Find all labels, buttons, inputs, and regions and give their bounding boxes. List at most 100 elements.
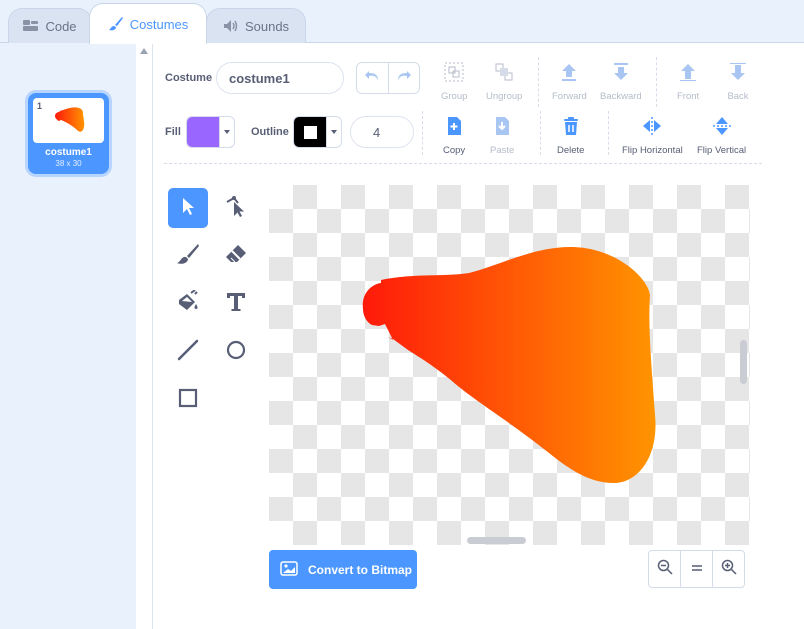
front-button[interactable]: Front — [677, 61, 699, 102]
scroll-up-arrow-icon[interactable] — [140, 48, 148, 54]
trash-icon — [560, 115, 582, 142]
forward-button[interactable]: Forward — [552, 61, 587, 102]
forward-icon — [558, 61, 580, 88]
convert-to-bitmap-label: Convert to Bitmap — [308, 562, 413, 577]
paint-bucket-icon — [176, 288, 200, 319]
copy-label: Copy — [443, 145, 466, 156]
tab-costumes[interactable]: Costumes — [89, 3, 207, 44]
toolbar-divider — [538, 57, 539, 107]
copy-button[interactable]: Copy — [443, 115, 465, 156]
outline-label: Outline — [251, 126, 289, 138]
tab-sounds-label: Sounds — [244, 18, 290, 34]
flip-horizontal-icon — [641, 115, 663, 142]
brush-icon — [176, 242, 200, 271]
eraser-icon — [224, 242, 248, 271]
undo-button[interactable] — [357, 63, 388, 93]
outline-width-input[interactable]: 4 — [350, 116, 414, 148]
flip-vertical-icon — [711, 115, 733, 142]
costume-name-input[interactable]: costume1 — [216, 62, 344, 94]
forward-label: Forward — [552, 91, 587, 102]
fill-dropdown-arrow — [219, 117, 234, 147]
image-icon — [280, 560, 298, 579]
paste-label: Paste — [490, 145, 515, 156]
speaker-icon — [223, 19, 239, 33]
delete-button[interactable]: Delete — [557, 115, 584, 156]
costume-shape — [362, 247, 656, 483]
convert-to-bitmap-button[interactable]: Convert to Bitmap — [269, 550, 417, 589]
fill-color-swatch — [187, 117, 219, 147]
equals-icon — [691, 560, 703, 578]
arrow-pointer-icon — [178, 196, 198, 221]
paint-editor: Costume costume1 Group Ungroup Forward B… — [153, 43, 804, 629]
delete-label: Delete — [557, 145, 585, 156]
back-button[interactable]: Back — [727, 61, 749, 102]
fill-color-picker[interactable] — [186, 116, 235, 148]
toolbar-divider — [422, 111, 423, 155]
zoom-in-icon — [721, 559, 737, 580]
zoom-out-icon — [657, 559, 673, 580]
chevron-down-icon — [224, 130, 230, 134]
tab-code-label: Code — [45, 18, 77, 34]
paint-canvas[interactable] — [269, 185, 750, 545]
costume-list-scrollbar[interactable] — [136, 43, 153, 629]
outline-dropdown-arrow — [326, 117, 341, 147]
redo-icon — [396, 69, 412, 87]
zoom-reset-button[interactable] — [680, 551, 712, 587]
group-label: Group — [441, 91, 468, 102]
ungroup-button[interactable]: Ungroup — [486, 61, 522, 102]
reshape-tool[interactable] — [216, 188, 256, 228]
back-label: Back — [727, 91, 749, 102]
code-icon — [23, 20, 39, 32]
zoom-in-button[interactable] — [712, 551, 744, 587]
tab-code[interactable]: Code — [8, 8, 92, 43]
zoom-out-button[interactable] — [649, 551, 680, 587]
text-tool[interactable] — [216, 284, 256, 324]
redo-button[interactable] — [387, 63, 420, 93]
costume-tile-name: costume1 — [45, 147, 92, 158]
front-label: Front — [677, 91, 700, 102]
circle-tool[interactable] — [216, 332, 256, 372]
backward-button[interactable]: Backward — [600, 61, 642, 102]
line-icon — [176, 338, 200, 367]
outline-color-swatch — [294, 117, 326, 147]
flip-horizontal-button[interactable]: Flip Horizontal — [622, 115, 683, 156]
brush-icon — [108, 16, 124, 32]
undo-redo-group — [356, 62, 420, 94]
editor-tab-bar: Code Costumes Sounds — [0, 0, 804, 44]
ungroup-label: Ungroup — [486, 91, 523, 102]
front-icon — [677, 61, 699, 88]
line-tool[interactable] — [168, 332, 208, 372]
flip-vertical-label: Flip Vertical — [697, 145, 747, 156]
eraser-tool[interactable] — [216, 236, 256, 276]
costume-shape-layer — [362, 247, 656, 483]
paste-button[interactable]: Paste — [490, 115, 514, 156]
toolbar-divider — [656, 57, 657, 107]
back-icon — [727, 61, 749, 88]
fill-tool[interactable] — [168, 284, 208, 324]
costume-tile-size: 38 x 30 — [55, 159, 82, 168]
fill-label: Fill — [165, 126, 181, 138]
reshape-pointer-icon — [224, 194, 248, 223]
flip-horizontal-label: Flip Horizontal — [622, 145, 683, 156]
tab-costumes-label: Costumes — [129, 16, 189, 32]
outline-color-picker[interactable] — [293, 116, 342, 148]
paste-icon — [491, 115, 513, 142]
costume-tile[interactable]: 1 costume1 38 x 30 — [28, 93, 109, 174]
toolbar-separator — [164, 163, 762, 164]
group-icon — [443, 61, 465, 88]
tab-sounds[interactable]: Sounds — [206, 8, 306, 43]
flip-vertical-button[interactable]: Flip Vertical — [697, 115, 746, 156]
toolbar-divider — [608, 111, 609, 155]
costume-thumbnail: 1 — [33, 98, 104, 143]
brush-tool[interactable] — [168, 236, 208, 276]
canvas-vertical-scrollbar[interactable] — [740, 340, 747, 384]
group-button[interactable]: Group — [441, 61, 467, 102]
chevron-down-icon — [331, 130, 337, 134]
backward-label: Backward — [600, 91, 642, 102]
costume-name-label: Costume — [165, 72, 213, 84]
canvas-horizontal-scrollbar[interactable] — [467, 537, 526, 544]
text-t-icon — [224, 290, 248, 319]
circle-icon — [224, 338, 248, 367]
select-tool[interactable] — [168, 188, 208, 228]
rectangle-tool[interactable] — [168, 380, 208, 420]
